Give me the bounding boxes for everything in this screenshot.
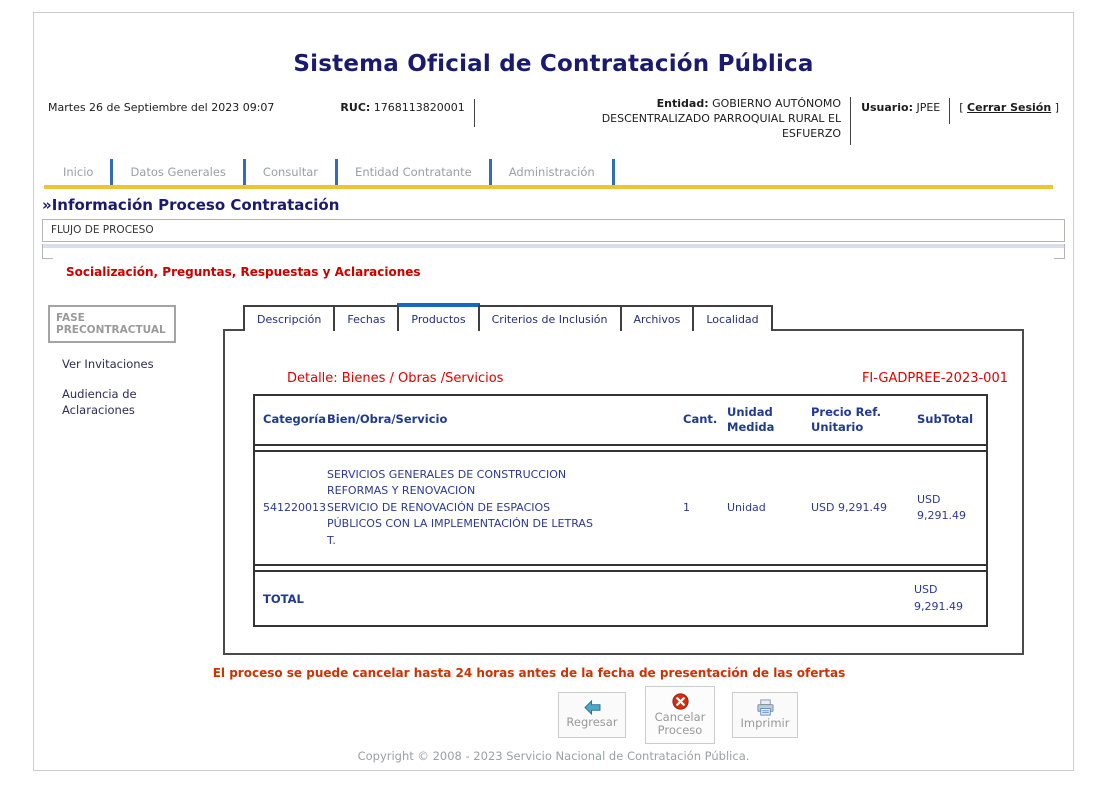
total-value: USD 9,291.49 (914, 582, 978, 615)
divider (949, 98, 950, 124)
products-table: Categoría Bien/Obra/Servicio Cant. Unida… (253, 394, 988, 627)
detail-panel-wrap: Descripción Fechas Productos Criterios d… (223, 305, 1024, 680)
col-header-precio-ref: Precio Ref. Unitario (811, 405, 903, 435)
col-header-categoria: Categoría (263, 412, 323, 427)
detail-header-row: Detalle: Bienes / Obras /Servicios FI-GA… (287, 371, 1008, 386)
ruc-value: 1768113820001 (374, 101, 465, 114)
regresar-button[interactable]: Regresar (558, 692, 626, 738)
col-header-subtotal: SubTotal (917, 412, 981, 427)
products-panel: Detalle: Bienes / Obras /Servicios FI-GA… (223, 329, 1024, 655)
sidebar-item-ver-invitaciones[interactable]: Ver Invitaciones (62, 356, 174, 373)
tab-productos[interactable]: Productos (397, 303, 479, 331)
content-row: FASE PRECONTRACTUAL Ver Invitaciones Aud… (34, 305, 1073, 680)
sidebar-item-audiencia-aclaraciones[interactable]: Audiencia de Aclaraciones (62, 386, 174, 419)
entity-field: Entidad: GOBIERNO AUTÓNOMO DESCENTRALIZA… (551, 97, 841, 142)
ruc-field: RUC: 1768113820001 (340, 97, 464, 114)
user-label: Usuario: (861, 101, 913, 114)
logout-field: [ Cerrar Sesión ] (959, 97, 1059, 114)
main-nav: Inicio Datos Generales Consultar Entidad… (46, 159, 1073, 185)
logout-link[interactable]: Cerrar Sesión (967, 101, 1051, 114)
divider (850, 97, 851, 145)
copyright-footer: Copyright © 2008 - 2023 Servicio Naciona… (34, 749, 1073, 763)
detail-label: Detalle: Bienes / Obras /Servicios (287, 371, 503, 386)
cancelar-proceso-button[interactable]: Cancelar Proceso (645, 686, 715, 744)
nav-item-administracion[interactable]: Administración (492, 159, 615, 185)
cell-precio-unitario: USD 9,291.49 (811, 500, 903, 517)
detail-tabs: Descripción Fechas Productos Criterios d… (243, 305, 1024, 329)
tab-criterios-inclusion[interactable]: Criterios de Inclusión (478, 305, 622, 331)
tab-fechas[interactable]: Fechas (333, 305, 399, 331)
flow-accordion-header[interactable]: FLUJO DE PROCESO (42, 219, 1065, 242)
entity-value: GOBIERNO AUTÓNOMO DESCENTRALIZADO PARROQ… (602, 97, 841, 140)
col-header-cant: Cant. (679, 412, 719, 427)
cell-unidad: Unidad (727, 500, 797, 517)
process-code: FI-GADPREE-2023-001 (862, 371, 1008, 386)
ruc-label: RUC: (340, 101, 370, 114)
nav-item-consultar[interactable]: Consultar (246, 159, 338, 185)
sidebar: FASE PRECONTRACTUAL Ver Invitaciones Aud… (34, 305, 223, 419)
divider (474, 99, 475, 127)
section-heading: »Información Proceso Contratación (42, 196, 1073, 214)
cell-cantidad: 1 (679, 500, 719, 517)
printer-icon (756, 699, 775, 717)
table-row: 541220013 SERVICIOS GENERALES DE CONSTRU… (255, 450, 986, 567)
action-buttons-row: Regresar Cancelar Proceso I (558, 686, 1073, 744)
imprimir-label: Imprimir (741, 717, 790, 731)
nav-item-inicio[interactable]: Inicio (46, 159, 113, 185)
table-header-row: Categoría Bien/Obra/Servicio Cant. Unida… (255, 396, 986, 446)
cancel-icon (672, 693, 689, 711)
session-info-bar: Martes 26 de Septiembre del 2023 09:07 R… (48, 97, 1059, 145)
nav-item-entidad-contratante[interactable]: Entidad Contratante (338, 159, 492, 185)
imprimir-button[interactable]: Imprimir (732, 692, 798, 738)
phase-box: FASE PRECONTRACTUAL (48, 305, 176, 343)
col-header-bien-obra-servicio: Bien/Obra/Servicio (327, 412, 623, 427)
app-window: Sistema Oficial de Contratación Pública … (33, 12, 1074, 771)
cancel-deadline-warning: El proceso se puede cancelar hasta 24 ho… (34, 666, 1024, 680)
back-arrow-icon (583, 700, 602, 716)
regresar-label: Regresar (566, 716, 617, 730)
nav-accent-bar (44, 185, 1053, 189)
table-total-row: TOTAL USD 9,291.49 (255, 570, 986, 625)
cell-categoria: 541220013 (263, 500, 323, 517)
flow-accordion-panel (42, 244, 1065, 259)
user-field: Usuario: JPEE (861, 97, 940, 114)
cell-subtotal: USD 9,291.49 (917, 492, 981, 525)
current-datetime: Martes 26 de Septiembre del 2023 09:07 (48, 97, 274, 114)
cell-descripcion: SERVICIOS GENERALES DE CONSTRUCCION REFO… (327, 467, 623, 550)
tab-descripcion[interactable]: Descripción (243, 305, 335, 331)
entity-label: Entidad: (657, 97, 709, 110)
process-stage-label: Socialización, Preguntas, Respuestas y A… (66, 265, 1073, 279)
page-title: Sistema Oficial de Contratación Pública (34, 51, 1073, 77)
tab-archivos[interactable]: Archivos (620, 305, 695, 331)
tab-localidad[interactable]: Localidad (692, 305, 772, 331)
cancelar-label: Cancelar Proceso (650, 711, 710, 739)
nav-item-datos-generales[interactable]: Datos Generales (113, 159, 245, 185)
total-label: TOTAL (263, 592, 304, 606)
col-header-unidad-medida: Unidad Medida (727, 405, 797, 435)
user-value: JPEE (916, 101, 940, 114)
